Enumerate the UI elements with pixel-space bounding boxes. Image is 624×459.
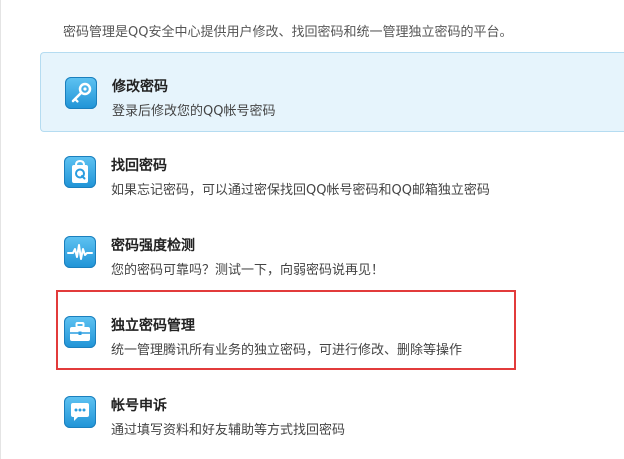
menu-item-account-appeal[interactable]: 帐号申诉 通过填写资料和好友辅助等方式找回密码 <box>40 372 624 452</box>
pulse-icon <box>64 236 96 268</box>
menu-item-title: 找回密码 <box>111 158 167 174</box>
menu-item-desc: 通过填写资料和好友辅助等方式找回密码 <box>111 423 346 438</box>
menu-item-recover-password[interactable]: 找回密码 如果忘记密码，可以通过密保找回QQ帐号密码和QQ邮箱独立密码 <box>40 132 624 212</box>
menu-item-title: 帐号申诉 <box>111 398 167 414</box>
bag-q-icon <box>64 156 96 188</box>
menu-item-desc: 您的密码可靠吗？测试一下，向弱密码说再见！ <box>111 263 385 278</box>
menu-item-change-password[interactable]: 修改密码 登录后修改您的QQ帐号密码 <box>40 52 624 132</box>
menu-item-desc: 如果忘记密码，可以通过密保找回QQ帐号密码和QQ邮箱独立密码 <box>111 183 490 198</box>
highlight-box <box>56 290 516 370</box>
menu-item-password-strength[interactable]: 密码强度检测 您的密码可靠吗？测试一下，向弱密码说再见！ <box>40 212 624 292</box>
menu-item-title: 密码强度检测 <box>111 238 195 254</box>
left-border <box>0 0 1 459</box>
key-icon <box>65 77 97 109</box>
menu-item-desc: 登录后修改您的QQ帐号密码 <box>112 104 276 119</box>
menu-item-title: 修改密码 <box>112 79 168 95</box>
intro-text: 密码管理是QQ安全中心提供用户修改、找回密码和统一管理独立密码的平台。 <box>63 25 513 40</box>
chat-bubble-icon <box>64 396 96 428</box>
